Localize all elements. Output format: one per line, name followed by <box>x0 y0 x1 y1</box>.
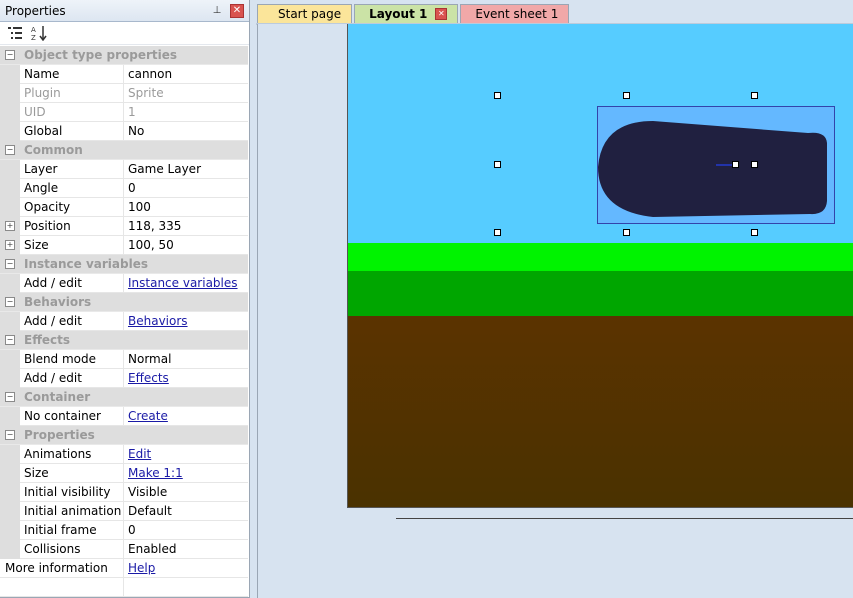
category-behaviors[interactable]: − Behaviors <box>0 293 248 312</box>
tab-layout-1[interactable]: Layout 1 ✕ <box>354 4 459 23</box>
behaviors-link[interactable]: Behaviors <box>128 314 188 328</box>
grass-light-strip[interactable] <box>348 243 853 271</box>
collapse-icon[interactable]: − <box>5 335 15 345</box>
prop-row-blend-mode[interactable]: Blend mode Normal <box>0 349 248 369</box>
tab-event-sheet-1[interactable]: Event sheet 1 <box>460 4 570 23</box>
window-edge-line <box>396 518 853 519</box>
properties-titlebar: Properties ⊥ ✕ <box>0 0 249 22</box>
prop-row-uid: UID 1 <box>0 102 248 122</box>
origin-handle[interactable] <box>732 161 739 168</box>
dirt-ground[interactable] <box>348 316 853 507</box>
prop-row-angle[interactable]: Angle 0 <box>0 178 248 198</box>
collapse-icon[interactable]: − <box>5 259 15 269</box>
help-link[interactable]: Help <box>128 561 155 575</box>
prop-row-collisions[interactable]: Collisions Enabled <box>0 539 248 559</box>
prop-row-size[interactable]: + Size 100, 50 <box>0 235 248 255</box>
prop-row-initial-visibility[interactable]: Initial visibility Visible <box>0 482 248 502</box>
expand-icon[interactable]: + <box>5 221 15 231</box>
properties-panel: Properties ⊥ ✕ A Z − Object type propert… <box>0 0 250 598</box>
collapse-icon[interactable]: − <box>5 297 15 307</box>
pin-icon[interactable]: ⊥ <box>212 4 222 18</box>
layout-editor[interactable] <box>257 24 853 598</box>
prop-row-more-info[interactable]: More information Help <box>0 558 248 578</box>
prop-row-sprite-size[interactable]: Size Make 1:1 <box>0 463 248 483</box>
prop-row-behaviors[interactable]: Add / edit Behaviors <box>0 311 248 331</box>
resize-handle-se[interactable] <box>751 229 758 236</box>
expand-icon[interactable]: + <box>5 240 15 250</box>
collapse-icon[interactable]: − <box>5 392 15 402</box>
collapse-icon[interactable]: − <box>5 430 15 440</box>
edit-animations-link[interactable]: Edit <box>128 447 151 461</box>
category-object-type[interactable]: − Object type properties <box>0 46 248 65</box>
close-icon[interactable]: ✕ <box>230 3 244 18</box>
prop-row-animations[interactable]: Animations Edit <box>0 444 248 464</box>
category-container[interactable]: − Container <box>0 388 248 407</box>
grass-dark-strip[interactable] <box>348 271 853 316</box>
resize-handle-nw[interactable] <box>494 92 501 99</box>
layout-canvas[interactable] <box>347 24 853 508</box>
resize-handle-w[interactable] <box>494 161 501 168</box>
prop-row-position[interactable]: + Position 118, 335 <box>0 216 248 236</box>
effects-link[interactable]: Effects <box>128 371 169 385</box>
close-tab-icon[interactable]: ✕ <box>435 8 448 20</box>
prop-row-initial-frame[interactable]: Initial frame 0 <box>0 520 248 540</box>
tab-start-page[interactable]: Start page <box>257 4 353 23</box>
resize-handle-s[interactable] <box>623 229 630 236</box>
property-grid: − Object type properties Name cannon Plu… <box>0 46 248 597</box>
properties-toolbar: A Z <box>0 22 249 45</box>
prop-row-container[interactable]: No container Create <box>0 406 248 426</box>
categorized-icon[interactable] <box>7 25 23 41</box>
prop-row-opacity[interactable]: Opacity 100 <box>0 197 248 217</box>
prop-row-global[interactable]: Global No <box>0 121 248 141</box>
resize-handle-sw[interactable] <box>494 229 501 236</box>
prop-row-initial-animation[interactable]: Initial animation Default <box>0 501 248 521</box>
sort-az-icon[interactable]: A Z <box>31 25 47 42</box>
instance-variables-link[interactable]: Instance variables <box>128 276 238 290</box>
prop-row-name[interactable]: Name cannon <box>0 64 248 84</box>
make-1-1-link[interactable]: Make 1:1 <box>128 466 183 480</box>
resize-handle-e[interactable] <box>751 161 758 168</box>
category-common[interactable]: − Common <box>0 141 248 160</box>
panel-title: Properties <box>5 3 66 18</box>
prop-row-instance-vars[interactable]: Add / edit Instance variables <box>0 273 248 293</box>
resize-handle-n[interactable] <box>623 92 630 99</box>
category-effects[interactable]: − Effects <box>0 331 248 350</box>
category-instance-variables[interactable]: − Instance variables <box>0 255 248 274</box>
prop-row-layer[interactable]: Layer Game Layer <box>0 159 248 179</box>
resize-handle-ne[interactable] <box>751 92 758 99</box>
prop-row-empty <box>0 577 248 597</box>
create-container-link[interactable]: Create <box>128 409 168 423</box>
category-properties[interactable]: − Properties <box>0 426 248 445</box>
prop-row-effects[interactable]: Add / edit Effects <box>0 368 248 388</box>
name-value[interactable]: cannon <box>124 65 248 83</box>
collapse-icon[interactable]: − <box>5 145 15 155</box>
collapse-icon[interactable]: − <box>5 50 15 60</box>
svg-text:Z: Z <box>31 34 36 41</box>
document-tabs-bar: Start page Layout 1 ✕ Event sheet 1 <box>250 0 853 24</box>
prop-row-plugin: Plugin Sprite <box>0 83 248 103</box>
svg-text:A: A <box>31 26 36 34</box>
